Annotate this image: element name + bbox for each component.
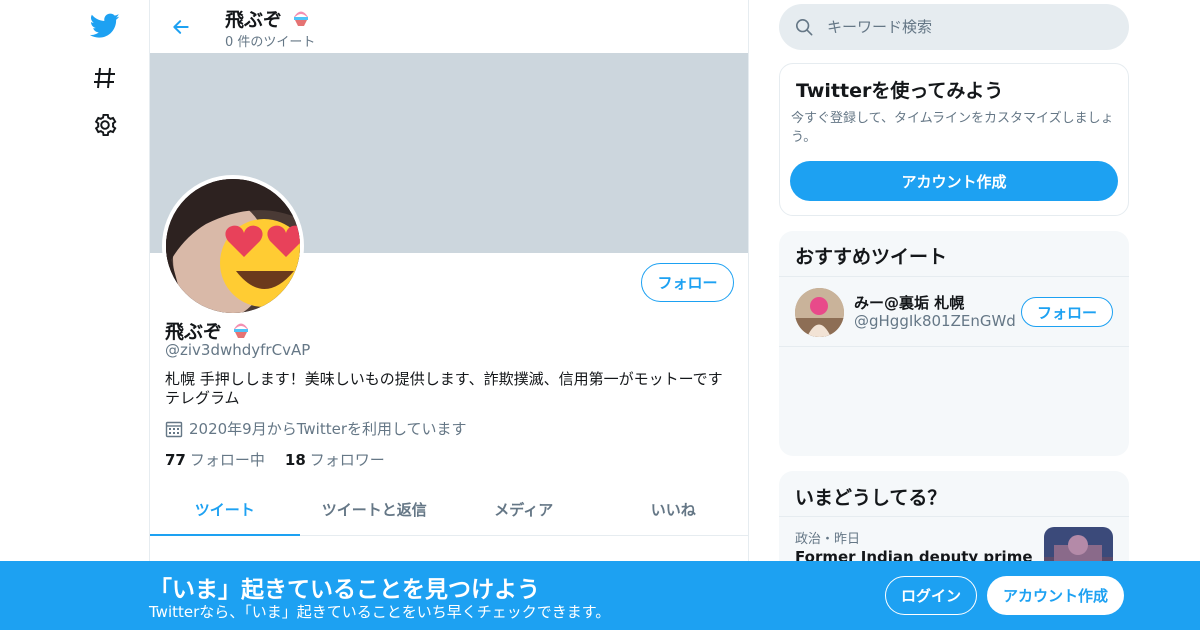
signup-banner: 「いま」起きていることを見つけよう Twitterなら、「いま」起きていることを…: [0, 561, 1200, 630]
divider: [779, 516, 1129, 517]
joined-date: 2020年9月からTwitterを利用しています: [165, 418, 467, 439]
follow-stats: 77 フォロー中 18 フォロワー: [165, 449, 405, 470]
tab-tweets-replies[interactable]: ツイートと返信: [300, 484, 450, 535]
recommended-follow-button[interactable]: フォロー: [1021, 297, 1113, 327]
recommended-card: おすすめツイート みー@裏垢 札幌 @gHggIk801ZEnGWd フォロー: [779, 231, 1129, 456]
recommended-title: おすすめツイート: [795, 246, 948, 268]
avatar[interactable]: [795, 288, 844, 337]
follow-button[interactable]: フォロー: [641, 263, 734, 302]
shaved-ice-emoji-icon: [233, 323, 248, 338]
tweet-count: 0 件のツイート: [225, 35, 316, 50]
banner-title: 「いま」起きていることを見つけよう: [149, 577, 540, 603]
gear-icon[interactable]: [89, 109, 121, 141]
left-nav: [0, 0, 150, 630]
trends-title: いまどうしてる？: [795, 487, 947, 509]
trend-meta: 政治・昨日: [795, 532, 861, 547]
search-icon: [795, 18, 813, 36]
profile-name: 飛ぶぞ: [165, 317, 251, 344]
hashtag-icon[interactable]: [89, 62, 121, 94]
recommended-user-row[interactable]: みー@裏垢 札幌 @gHggIk801ZEnGWd フォロー: [779, 277, 1129, 347]
recommended-user-handle: @gHggIk801ZEnGWd: [854, 312, 1016, 330]
tab-likes[interactable]: いいね: [599, 484, 749, 535]
back-button[interactable]: [166, 12, 196, 42]
following-count[interactable]: 77 フォロー中: [165, 449, 265, 470]
header-title: 飛ぶぞ: [225, 5, 311, 32]
banner-subtitle: Twitterなら、「いま」起きていることをいち早くチェックできます。: [149, 603, 611, 621]
avatar-image: [166, 179, 300, 313]
search-input[interactable]: [827, 18, 1097, 36]
profile-header: 飛ぶぞ 0 件のツイート: [150, 0, 748, 53]
avatar-image: [795, 288, 844, 337]
tab-tweets[interactable]: ツイート: [150, 484, 300, 536]
followers-count[interactable]: 18 フォロワー: [285, 449, 385, 470]
login-button[interactable]: ログイン: [885, 576, 977, 615]
recommended-user-name: みー@裏垢 札幌: [854, 294, 965, 312]
profile-column: 飛ぶぞ 0 件のツイート フォロー 飛ぶぞ @ziv3dwhdyfrCvAP 札…: [149, 0, 749, 630]
signup-card: Twitterを使ってみよう 今すぐ登録して、タイムラインをカスタマイズしましょ…: [779, 63, 1129, 216]
signup-button[interactable]: アカウント作成: [987, 576, 1124, 615]
signup-title: Twitterを使ってみよう: [796, 80, 1004, 102]
profile-bio: 札幌 手押しします！美味しいもの提供します、詐欺撲滅、信用第一がモットーです テ…: [165, 370, 723, 407]
profile-handle: @ziv3dwhdyfrCvAP: [165, 341, 311, 359]
calendar-icon: [165, 421, 183, 437]
twitter-bird-icon[interactable]: [89, 10, 121, 42]
profile-avatar[interactable]: [162, 175, 304, 317]
arrow-left-icon: [173, 20, 189, 34]
shaved-ice-emoji-icon: [293, 11, 308, 26]
search-box: [779, 4, 1129, 50]
tab-media[interactable]: メディア: [449, 484, 599, 535]
create-account-button[interactable]: アカウント作成: [790, 161, 1118, 201]
profile-tabs: ツイート ツイートと返信 メディア いいね: [150, 484, 748, 536]
signup-description: 今すぐ登録して、タイムラインをカスタマイズしましょう。: [791, 111, 1114, 145]
